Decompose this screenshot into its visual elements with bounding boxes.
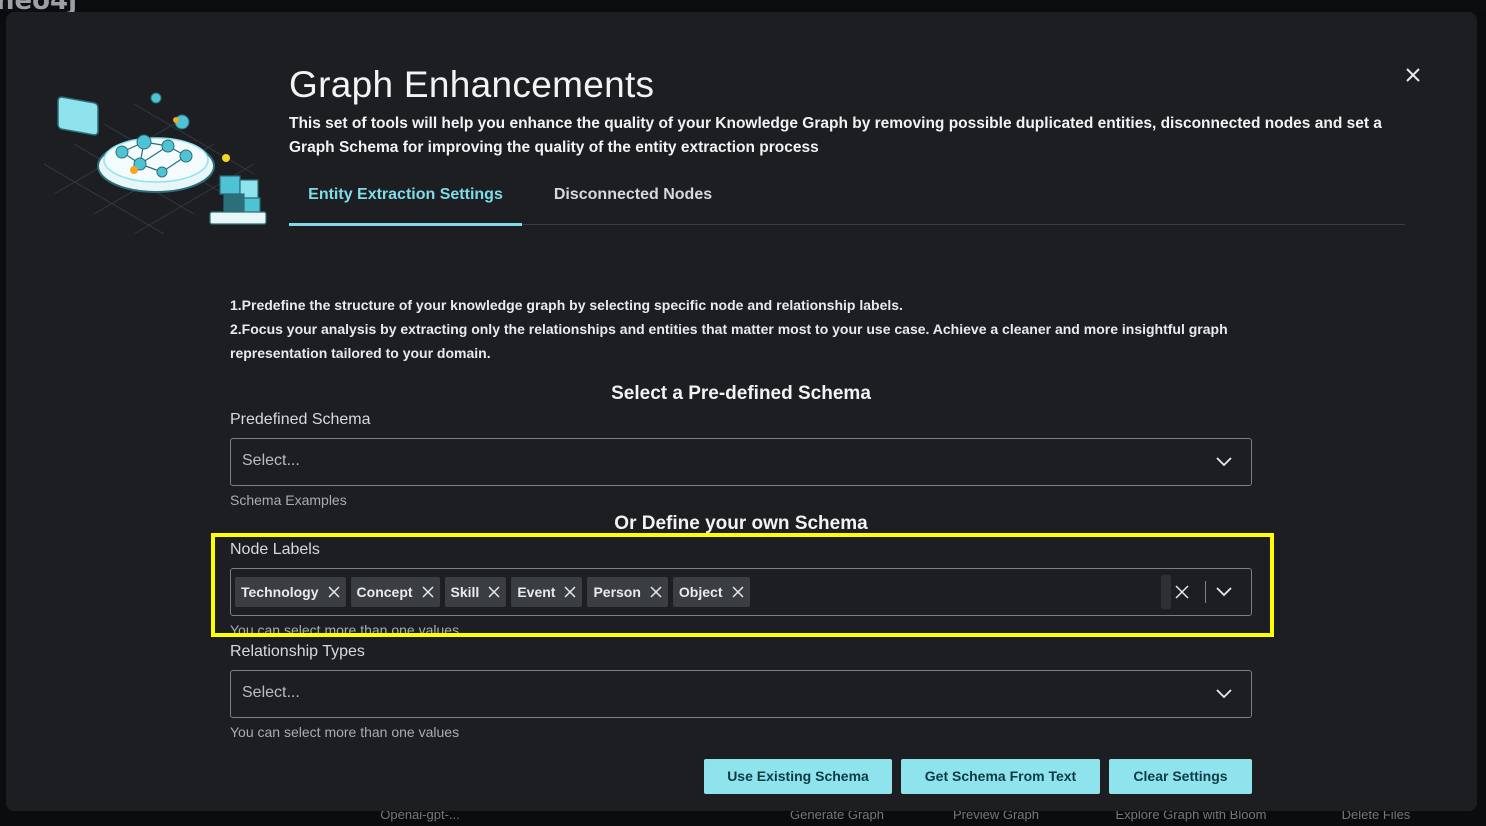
chip-label: Person bbox=[593, 584, 641, 600]
tab-disconnected-nodes[interactable]: Disconnected Nodes bbox=[543, 176, 723, 223]
remove-chip-icon[interactable] bbox=[731, 586, 744, 598]
predefined-schema-placeholder: Select... bbox=[242, 452, 300, 469]
use-existing-schema-button[interactable]: Use Existing Schema bbox=[704, 759, 892, 794]
chevron-down-icon[interactable] bbox=[1215, 583, 1233, 601]
graph-illustration bbox=[43, 84, 276, 240]
predefined-schema-label: Predefined Schema bbox=[230, 411, 371, 428]
tab-bar: Entity Extraction Settings Disconnected … bbox=[289, 176, 1405, 226]
own-schema-heading: Or Define your own Schema bbox=[614, 513, 868, 534]
chip-object: Object bbox=[672, 577, 750, 607]
remove-chip-icon[interactable] bbox=[488, 586, 500, 598]
close-button[interactable] bbox=[1400, 62, 1426, 88]
chip-label: Technology bbox=[241, 584, 319, 600]
remove-chip-icon[interactable] bbox=[328, 586, 340, 598]
tab-entity-extraction-settings[interactable]: Entity Extraction Settings bbox=[289, 176, 522, 226]
chip-scrollbar[interactable] bbox=[1161, 575, 1171, 609]
chip-label: Concept bbox=[356, 584, 413, 600]
chip-label: Skill bbox=[450, 584, 480, 600]
node-labels-multiselect[interactable]: Technology Concept Skill Event Person Ob… bbox=[230, 568, 1252, 616]
chevron-down-icon bbox=[1216, 689, 1232, 699]
description-line-2: 2.Focus your analysis by extracting only… bbox=[230, 321, 1228, 361]
remove-chip-icon[interactable] bbox=[422, 586, 434, 598]
predefined-schema-heading: Select a Pre-defined Schema bbox=[611, 383, 871, 404]
schema-examples-text: Schema Examples bbox=[230, 492, 347, 508]
relationship-types-helper: You can select more than one values bbox=[230, 724, 460, 740]
relationship-types-label: Relationship Types bbox=[230, 643, 365, 660]
chip-technology: Technology bbox=[235, 577, 346, 607]
description-line-1: 1.Predefine the structure of your knowle… bbox=[230, 297, 903, 313]
relationship-types-select[interactable]: Select... bbox=[230, 670, 1252, 718]
chip-concept: Concept bbox=[350, 577, 440, 607]
chip-event: Event bbox=[511, 577, 583, 607]
predefined-schema-select[interactable]: Select... bbox=[230, 438, 1252, 486]
chip-label: Object bbox=[678, 584, 723, 600]
modal-subtitle: This set of tools will help you enhance … bbox=[289, 115, 1382, 156]
remove-chip-icon[interactable] bbox=[564, 586, 576, 598]
node-labels-label: Node Labels bbox=[230, 541, 320, 558]
description: 1.Predefine the structure of your knowle… bbox=[230, 293, 1260, 365]
chip-person: Person bbox=[587, 577, 668, 607]
clear-settings-button[interactable]: Clear Settings bbox=[1109, 759, 1252, 794]
chevron-down-icon bbox=[1216, 457, 1232, 467]
app-top-bar bbox=[0, 0, 1486, 12]
remove-chip-icon[interactable] bbox=[650, 586, 662, 598]
node-labels-helper: You can select more than one values bbox=[230, 622, 460, 638]
clear-all-icon[interactable] bbox=[1175, 585, 1189, 599]
indicator-separator bbox=[1205, 581, 1206, 603]
modal-title: Graph Enhancements bbox=[289, 64, 655, 105]
close-icon bbox=[1406, 68, 1420, 82]
chip-skill: Skill bbox=[444, 577, 507, 607]
chip-label: Event bbox=[517, 584, 556, 600]
relationship-types-placeholder: Select... bbox=[242, 684, 300, 701]
node-label-chips: Technology Concept Skill Event Person Ob… bbox=[235, 577, 750, 607]
get-schema-from-text-button[interactable]: Get Schema From Text bbox=[901, 759, 1100, 794]
